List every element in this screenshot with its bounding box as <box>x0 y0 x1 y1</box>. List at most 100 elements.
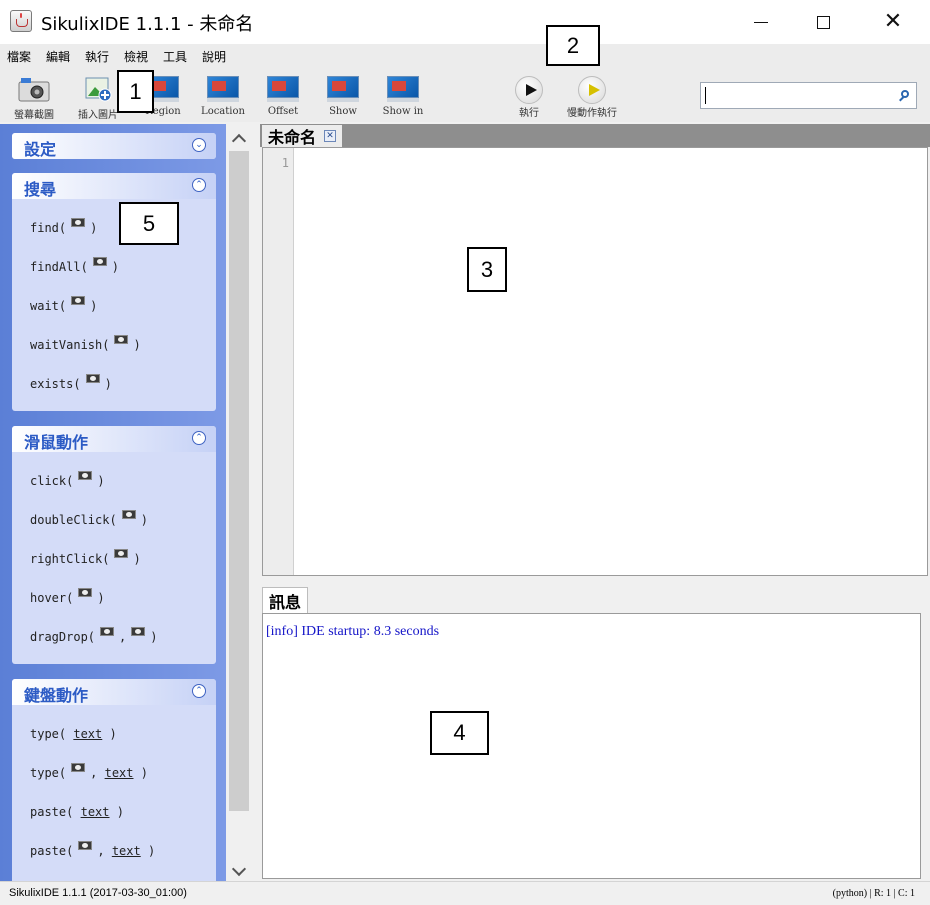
cmd-dragdrop[interactable]: dragDrop(,) <box>30 627 158 644</box>
expand-icon[interactable]: ⌄ <box>192 138 206 152</box>
cmd-wait[interactable]: wait() <box>30 296 98 313</box>
tab-untitled[interactable]: 未命名 ✕ <box>262 125 343 147</box>
mouse-panel: 滑鼠動作 ⌃ click() doubleClick() rightClick(… <box>12 426 216 664</box>
scroll-up-button[interactable] <box>226 128 252 149</box>
camera-icon <box>113 333 129 345</box>
paren: ) <box>111 260 120 274</box>
location-button[interactable]: Location <box>196 72 250 122</box>
cmd-paste-text[interactable]: paste( text ) <box>30 805 124 819</box>
maximize-button[interactable] <box>800 0 846 44</box>
play-icon <box>515 76 543 104</box>
minimize-icon <box>754 21 768 23</box>
capture-label: 螢幕截圖 <box>14 110 54 121</box>
editor-tab-bar: 未命名 ✕ <box>260 124 930 147</box>
scroll-thumb[interactable] <box>229 151 249 811</box>
camera-icon <box>77 469 93 481</box>
annotation-4: 4 <box>430 711 489 755</box>
collapse-icon[interactable]: ⌃ <box>192 431 206 445</box>
text-arg: text <box>80 805 110 819</box>
menu-help[interactable]: 說明 <box>202 48 226 65</box>
search-input[interactable] <box>700 82 917 109</box>
cmd-label: exists( <box>30 377 81 391</box>
camera-icon <box>77 586 93 598</box>
show-label: Show <box>329 106 357 117</box>
settings-panel-header[interactable]: 設定 ⌄ <box>12 133 216 159</box>
cmd-find[interactable]: find() <box>30 218 98 235</box>
messages-tab-label: 訊息 <box>269 592 302 612</box>
cmd-type-text[interactable]: type( text ) <box>30 727 117 741</box>
search-panel-header[interactable]: 搜尋 ⌃ <box>12 173 216 199</box>
title-bar: SikulixIDE 1.1.1 - 未命名 ✕ <box>0 0 930 44</box>
paren: ) <box>147 844 156 858</box>
text-caret <box>705 87 706 104</box>
scroll-down-button[interactable] <box>226 860 252 880</box>
annotation-2: 2 <box>546 25 600 66</box>
close-tab-icon[interactable]: ✕ <box>324 130 337 142</box>
menu-tools[interactable]: 工具 <box>163 48 187 65</box>
cmd-label: paste( <box>30 805 74 819</box>
close-window-button[interactable]: ✕ <box>870 0 916 44</box>
show-in-label: Show in <box>382 106 424 117</box>
menu-file[interactable]: 檔案 <box>7 48 31 65</box>
paren: ) <box>140 513 148 527</box>
camera-icon <box>113 547 129 559</box>
paren: ) <box>116 805 124 819</box>
cmd-label: click( <box>30 474 74 488</box>
collapse-icon[interactable]: ⌃ <box>192 178 206 192</box>
menu-edit[interactable]: 編輯 <box>46 48 70 65</box>
cmd-click[interactable]: click() <box>30 471 105 488</box>
comma: , <box>97 844 105 858</box>
message-console[interactable]: [info] IDE startup: 8.3 seconds <box>262 613 921 879</box>
cmd-exists[interactable]: exists() <box>30 374 112 391</box>
maximize-icon <box>816 15 830 29</box>
slow-run-button[interactable]: 慢動作執行 <box>558 68 626 119</box>
slow-run-label: 慢動作執行 <box>567 108 617 119</box>
annotation-3: 3 <box>467 247 507 292</box>
collapse-icon[interactable]: ⌃ <box>192 684 206 698</box>
cmd-findall[interactable]: findAll() <box>30 257 120 274</box>
search-title: 搜尋 <box>24 180 57 199</box>
paren: ) <box>104 377 112 391</box>
cmd-waitvanish[interactable]: waitVanish() <box>30 335 141 352</box>
cmd-paste-image-text[interactable]: paste(, text ) <box>30 841 156 858</box>
camera-icon <box>70 216 86 228</box>
capture-button[interactable]: 螢幕截圖 <box>6 72 62 122</box>
menu-view[interactable]: 檢視 <box>124 48 148 65</box>
cmd-rightclick[interactable]: rightClick() <box>30 549 141 566</box>
show-button[interactable]: Show <box>316 72 370 122</box>
code-editor[interactable]: 1 <box>262 147 928 576</box>
camera-icon <box>70 761 86 773</box>
cmd-doubleclick[interactable]: doubleClick() <box>30 510 148 527</box>
menu-run[interactable]: 執行 <box>85 48 109 65</box>
cmd-label: paste( <box>30 844 74 858</box>
sidebar-scrollbar[interactable] <box>226 124 252 881</box>
search-icon[interactable] <box>901 90 909 98</box>
status-bar: SikulixIDE 1.1.1 (2017-03-30_01:00) (pyt… <box>0 881 930 905</box>
java-app-icon <box>10 10 32 32</box>
keyboard-panel-header[interactable]: 鍵盤動作 ⌃ <box>12 679 216 705</box>
camera-icon <box>92 255 108 267</box>
monitor-icon <box>387 76 419 102</box>
show-in-button[interactable]: Show in <box>376 72 430 122</box>
tab-messages[interactable]: 訊息 <box>262 587 309 613</box>
cmd-hover[interactable]: hover() <box>30 588 105 605</box>
run-button[interactable]: 執行 <box>506 68 552 119</box>
text-arg: text <box>73 727 103 741</box>
paren: ) <box>90 221 98 235</box>
monitor-icon <box>207 76 239 102</box>
offset-button[interactable]: Offset <box>256 72 310 122</box>
paren: ) <box>150 630 158 644</box>
mouse-panel-header[interactable]: 滑鼠動作 ⌃ <box>12 426 216 452</box>
editor-pane: 未命名 ✕ 1 <box>260 124 930 576</box>
cmd-label: findAll( <box>30 260 88 274</box>
menu-bar: 檔案 編輯 執行 檢視 工具 說明 <box>0 44 930 66</box>
monitor-icon <box>327 76 359 102</box>
minimize-button[interactable] <box>738 0 784 44</box>
paren: ) <box>90 299 98 313</box>
chevron-down-icon <box>231 861 247 877</box>
cmd-type-image-text[interactable]: type(, text ) <box>30 763 148 780</box>
camera-icon <box>85 372 101 384</box>
insert-image-icon <box>85 77 112 102</box>
line-number: 1 <box>281 156 289 170</box>
cmd-label: hover( <box>30 591 74 605</box>
